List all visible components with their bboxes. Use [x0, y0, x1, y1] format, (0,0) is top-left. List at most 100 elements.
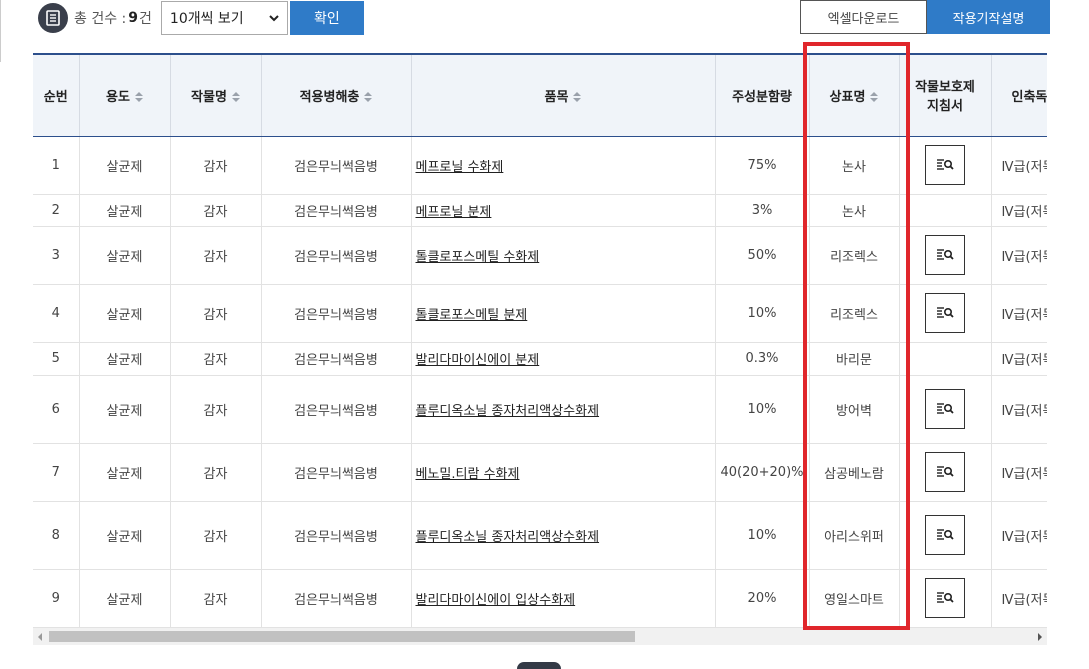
header-no: 순번 — [33, 53, 79, 137]
cell-no: 8 — [33, 501, 79, 570]
cell-product-link[interactable]: 톨클로포스메틸 분제 — [410, 284, 715, 343]
document-search-icon — [937, 249, 954, 260]
scroll-left-arrow-icon[interactable] — [38, 633, 42, 641]
cell-brand: 리조렉스 — [808, 226, 899, 285]
sort-icon[interactable] — [231, 92, 240, 103]
cell-disease: 검은무늬썩음병 — [260, 284, 411, 343]
scrollbar-thumb[interactable] — [49, 631, 635, 642]
cell-product-link[interactable]: 플루디옥소닐 종자처리액상수화제 — [410, 501, 715, 570]
cell-toxicity: Ⅳ급(저독성) — [990, 136, 1047, 195]
cell-disease: 검은무늬썩음병 — [260, 569, 411, 628]
cell-product-link[interactable]: 메프로닐 수화제 — [410, 136, 715, 195]
cell-guide — [898, 569, 991, 628]
cell-content: 10% — [714, 501, 809, 570]
header-toxicity: 인축독성 — [990, 53, 1047, 137]
cell-no: 2 — [33, 194, 79, 227]
cell-disease: 검은무늬썩음병 — [260, 375, 411, 444]
header-use[interactable]: 용도 — [78, 53, 170, 137]
document-search-icon — [937, 159, 954, 170]
cell-product-link[interactable]: 톨클로포스메틸 수화제 — [410, 226, 715, 285]
confirm-button[interactable]: 확인 — [289, 1, 364, 35]
guide-view-button[interactable] — [925, 389, 965, 429]
cell-brand: 리조렉스 — [808, 284, 899, 343]
cell-no: 9 — [33, 569, 79, 628]
cell-content: 3% — [714, 194, 809, 227]
cell-no: 7 — [33, 443, 79, 502]
cell-use: 살균제 — [78, 136, 170, 195]
cell-use: 살균제 — [78, 569, 170, 628]
cell-toxicity: Ⅳ급(저독성) — [990, 501, 1047, 570]
cell-toxicity: Ⅳ급(저독성) — [990, 569, 1047, 628]
guide-view-button[interactable] — [925, 578, 965, 618]
left-edge-divider — [0, 0, 1, 62]
guide-view-button[interactable] — [925, 452, 965, 492]
page-size-select[interactable]: 10개씩 보기 — [160, 1, 288, 35]
cell-crop: 감자 — [169, 226, 261, 285]
header-guide: 작물보호제 지침서 — [898, 53, 991, 137]
guide-view-button[interactable] — [925, 515, 965, 555]
cell-guide — [898, 284, 991, 343]
results-table-container: 순번 용도 작물명 적용병해충 품목 주성분함량 상표명 작물보호제 지침서 인… — [33, 53, 1047, 628]
cell-disease: 검은무늬썩음병 — [260, 501, 411, 570]
cell-disease: 검은무늬썩음병 — [260, 194, 411, 227]
cell-content: 40(20+20)% — [714, 443, 809, 502]
header-content: 주성분함량 — [714, 53, 809, 137]
table-header-row: 순번 용도 작물명 적용병해충 품목 주성분함량 상표명 작물보호제 지침서 인… — [33, 53, 1047, 137]
cell-disease: 검은무늬썩음병 — [260, 443, 411, 502]
document-search-icon — [937, 466, 954, 477]
cell-disease: 검은무늬썩음병 — [260, 342, 411, 376]
cell-brand: 방어벽 — [808, 375, 899, 444]
cell-toxicity: Ⅳ급(저독성) — [990, 226, 1047, 285]
cell-guide — [898, 443, 991, 502]
header-product[interactable]: 품목 — [410, 53, 715, 137]
sort-icon[interactable] — [573, 92, 582, 103]
guide-view-button[interactable] — [925, 145, 965, 185]
sort-icon[interactable] — [134, 92, 143, 103]
cell-content: 10% — [714, 284, 809, 343]
cell-no: 3 — [33, 226, 79, 285]
excel-download-button[interactable]: 엑셀다운로드 — [800, 0, 927, 34]
cell-toxicity: Ⅳ급(저독성) — [990, 284, 1047, 343]
sort-icon[interactable] — [870, 92, 879, 103]
horizontal-scrollbar[interactable] — [33, 628, 1047, 645]
cell-brand: 논사 — [808, 194, 899, 227]
table-row: 5살균제감자검은무늬썩음병발리다마이신에이 분제0.3%바리문 Ⅳ급(저독성) — [33, 342, 1047, 376]
cell-no: 5 — [33, 342, 79, 376]
scroll-right-arrow-icon[interactable] — [1038, 633, 1042, 641]
cell-product-link[interactable]: 발리다마이신에이 분제 — [410, 342, 715, 376]
total-count-value: 9 — [128, 10, 139, 26]
document-search-icon — [937, 529, 954, 540]
sort-icon[interactable] — [364, 92, 373, 103]
page-size-value: 10개씩 보기 — [169, 11, 244, 27]
cell-brand: 바리문 — [808, 342, 899, 376]
cell-crop: 감자 — [169, 569, 261, 628]
cell-guide — [898, 501, 991, 570]
list-count-icon — [38, 3, 68, 33]
cell-crop: 감자 — [169, 194, 261, 227]
cell-product-link[interactable]: 베노밀.티람 수화제 — [410, 443, 715, 502]
cell-guide — [898, 136, 991, 195]
results-table: 순번 용도 작물명 적용병해충 품목 주성분함량 상표명 작물보호제 지침서 인… — [33, 53, 1047, 628]
guide-view-button[interactable] — [925, 293, 965, 333]
cell-use: 살균제 — [78, 443, 170, 502]
total-count-suffix: 건 — [139, 11, 152, 27]
cell-crop: 감자 — [169, 443, 261, 502]
cell-crop: 감자 — [169, 136, 261, 195]
cell-toxicity: Ⅳ급(저독성) — [990, 194, 1047, 227]
header-crop[interactable]: 작물명 — [169, 53, 261, 137]
cell-brand: 영일스마트 — [808, 569, 899, 628]
mode-of-action-button[interactable]: 작용기작설명 — [927, 0, 1050, 34]
cell-product-link[interactable]: 발리다마이신에이 입상수화제 — [410, 569, 715, 628]
pagination-current-page[interactable] — [517, 662, 561, 669]
header-disease[interactable]: 적용병해충 — [260, 53, 411, 137]
cell-no: 4 — [33, 284, 79, 343]
cell-guide — [898, 375, 991, 444]
header-brand[interactable]: 상표명 — [808, 53, 899, 137]
cell-no: 1 — [33, 136, 79, 195]
guide-view-button[interactable] — [925, 235, 965, 275]
cell-content: 0.3% — [714, 342, 809, 376]
cell-product-link[interactable]: 플루디옥소닐 종자처리액상수화제 — [410, 375, 715, 444]
cell-brand: 아리스위퍼 — [808, 501, 899, 570]
table-row: 9살균제감자검은무늬썩음병발리다마이신에이 입상수화제20%영일스마트 Ⅳ급(저독… — [33, 569, 1047, 628]
cell-product-link[interactable]: 메프로닐 분제 — [410, 194, 715, 227]
